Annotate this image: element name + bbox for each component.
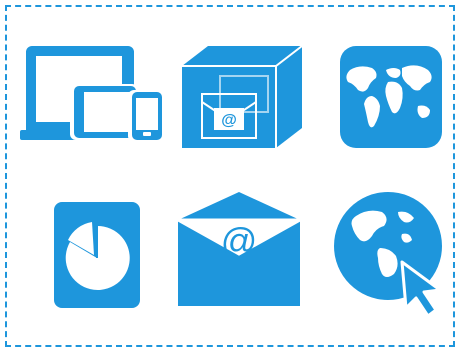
world-map-icon [338, 44, 444, 150]
email-envelope-icon: @ [172, 190, 306, 308]
pie-chart-document-icon [52, 200, 142, 310]
email-box-icon: @ [180, 44, 304, 150]
email-box-at-glyph: @ [221, 112, 237, 129]
responsive-devices-icon [18, 42, 170, 146]
email-envelope-at-glyph: @ [221, 220, 258, 261]
globe-cursor-icon [332, 190, 448, 320]
